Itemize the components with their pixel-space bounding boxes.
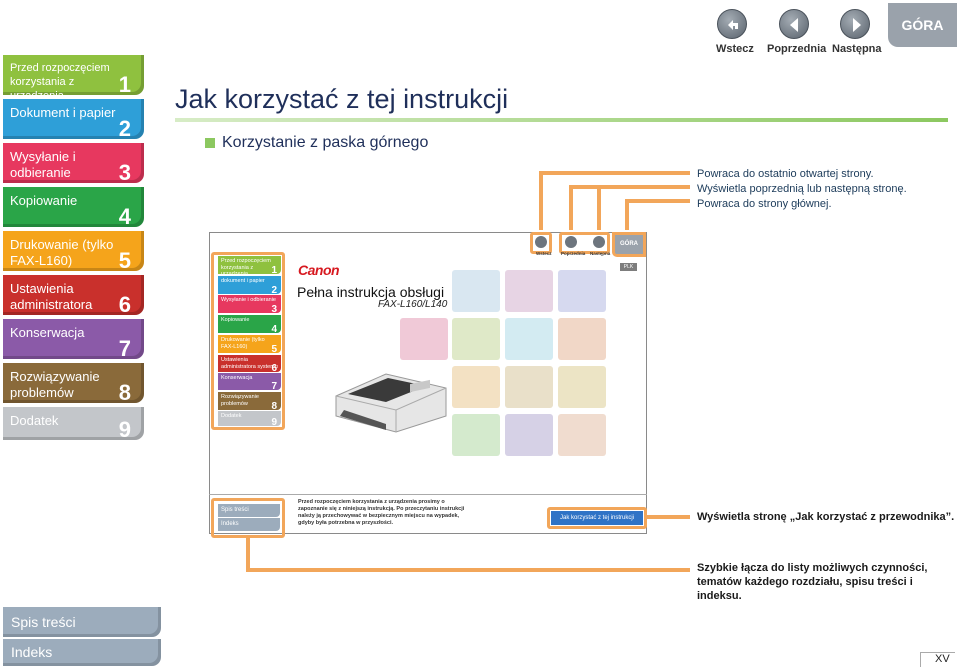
preview-tab-number: 4 xyxy=(271,323,277,333)
preview-tab-label: Ustawienia administratora systemu xyxy=(221,357,278,370)
preview-toc-button: Spis treści xyxy=(218,504,280,517)
fax-machine-image xyxy=(335,373,447,433)
preview-tab-label: Przed rozpoczęciem korzystania z urządze… xyxy=(221,258,271,274)
preview-prev-icon xyxy=(565,236,577,248)
preview-tab-7: Konserwacja 7 xyxy=(218,373,281,390)
preview-howto-button: Jak korzystać z tej instrukcji xyxy=(551,511,643,525)
preview-card xyxy=(558,366,606,408)
preview-tab-4: Kopiowanie 4 xyxy=(218,315,281,333)
preview-card xyxy=(505,318,553,360)
preview-card xyxy=(558,414,606,456)
preview-next-label: Następna xyxy=(590,251,611,256)
preview-lang-badge: PLK xyxy=(620,263,637,271)
preview-card xyxy=(400,318,448,360)
preview-tab-number: 1 xyxy=(271,264,277,274)
preview-tab-number: 2 xyxy=(271,284,277,294)
preview-top-button: GÓRA xyxy=(612,232,646,257)
preview-card xyxy=(505,414,553,456)
preview-card xyxy=(452,318,500,360)
preview-card xyxy=(452,366,500,408)
preview-tab-number: 6 xyxy=(271,362,277,372)
preview-tab-number: 7 xyxy=(271,380,277,390)
preview-tab-8: Rozwiązywanie problemów 8 xyxy=(218,392,281,410)
preview-tab-label: Drukowanie (tylko FAX-L160) xyxy=(221,337,265,350)
preview-tab-label: dokument i papier xyxy=(221,278,265,284)
preview-tab-5: Drukowanie (tylko FAX-L160) 5 xyxy=(218,335,281,353)
preview-card xyxy=(452,270,500,312)
preview-model: FAX-L160/L140 xyxy=(378,299,448,310)
preview-back-label: Wstecz xyxy=(536,251,552,256)
preview-tab-label: Dodatek xyxy=(221,413,242,419)
preview-index-button: Indeks xyxy=(218,518,280,531)
page-number: XV xyxy=(935,653,950,665)
preview-tab-label: Rozwiązywanie problemów xyxy=(221,394,259,407)
preview-card xyxy=(452,414,500,456)
preview-card xyxy=(558,270,606,312)
preview-top-label: GÓRA xyxy=(620,241,638,247)
preview-notice: Przed rozpoczęciem korzystania z urządze… xyxy=(298,499,465,526)
canon-logo: Canon xyxy=(298,262,340,278)
preview-manual-title: Pełna instrukcja obsługi xyxy=(297,284,445,300)
preview-prev-label: Poprzednia xyxy=(561,251,586,256)
preview-tab-label: Wysyłanie i odbieranie xyxy=(221,297,276,303)
preview-tab-number: 9 xyxy=(271,416,277,426)
preview-tab-1: Przed rozpoczęciem korzystania z urządze… xyxy=(218,256,281,274)
preview-card xyxy=(505,270,553,312)
preview-back-icon xyxy=(535,236,547,248)
preview-tab-number: 8 xyxy=(271,400,277,410)
preview-tab-2: dokument i papier 2 xyxy=(218,276,281,294)
preview-card xyxy=(558,318,606,360)
preview-tab-number: 5 xyxy=(271,343,277,353)
preview-tab-number: 3 xyxy=(271,303,277,313)
preview-tab-label: Konserwacja xyxy=(221,375,253,381)
preview-next-icon xyxy=(593,236,605,248)
preview-divider xyxy=(209,494,647,495)
page-root: { "header": { "page_title": "Jak korzyst… xyxy=(0,0,960,670)
preview-tab-label: Kopiowanie xyxy=(221,317,250,323)
preview-tab-9: Dodatek 9 xyxy=(218,411,281,426)
preview-card xyxy=(505,366,553,408)
preview-tab-3: Wysyłanie i odbieranie 3 xyxy=(218,295,281,313)
preview-tab-6: Ustawienia administratora systemu 6 xyxy=(218,355,281,372)
